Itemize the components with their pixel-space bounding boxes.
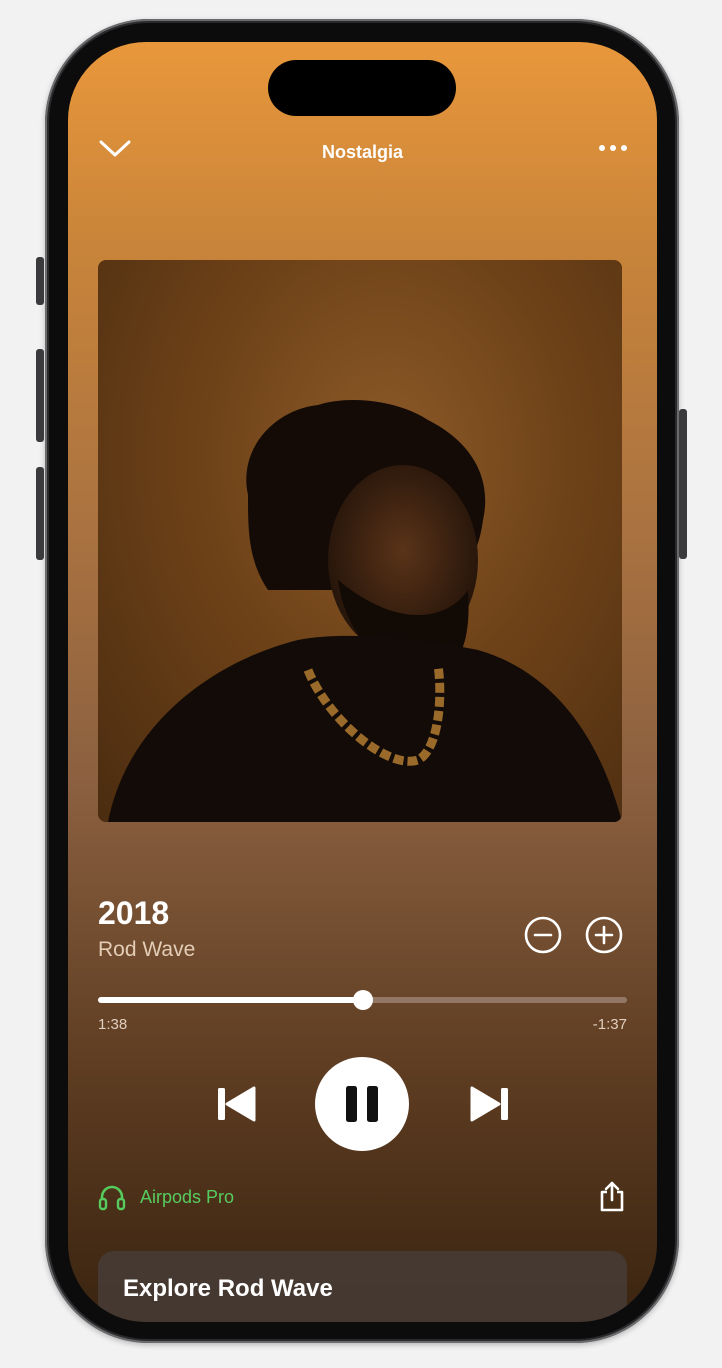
now-playing-screen: Nostalgia 2018 Rod Wave 1:38 -1:37 Airpo…	[68, 42, 657, 1322]
power-button	[679, 409, 687, 559]
output-device[interactable]: Airpods Pro	[98, 1182, 234, 1212]
pause-icon	[346, 1086, 378, 1122]
artist-name[interactable]: Rod Wave	[98, 938, 195, 962]
ellipsis-icon[interactable]	[595, 138, 631, 158]
song-title: 2018	[98, 895, 170, 931]
progress-scrubber[interactable]	[352, 990, 373, 1010]
remaining-time: -1:37	[592, 1016, 627, 1033]
skip-forward-icon[interactable]	[468, 1085, 510, 1123]
volume-down-button	[36, 467, 44, 560]
output-device-label: Airpods Pro	[140, 1186, 235, 1207]
plus-circle-icon[interactable]	[584, 915, 624, 955]
minus-circle-icon[interactable]	[523, 915, 563, 955]
album-art-portrait	[108, 400, 622, 822]
explore-artist-title: Explore Rod Wave	[123, 1275, 333, 1302]
progress-fill	[98, 997, 363, 1003]
share-icon[interactable]	[596, 1180, 628, 1214]
dynamic-island	[268, 60, 456, 116]
pause-button[interactable]	[315, 1057, 409, 1151]
playlist-title: Nostalgia	[321, 142, 404, 162]
explore-artist-card[interactable]: Explore Rod Wave	[98, 1251, 627, 1322]
album-art	[98, 260, 622, 822]
elapsed-time: 1:38	[98, 1016, 128, 1033]
volume-up-button	[36, 349, 44, 442]
progress-track[interactable]	[98, 990, 627, 1010]
skip-back-icon[interactable]	[216, 1085, 258, 1123]
action-button	[36, 257, 44, 305]
headphones-icon	[98, 1185, 126, 1211]
